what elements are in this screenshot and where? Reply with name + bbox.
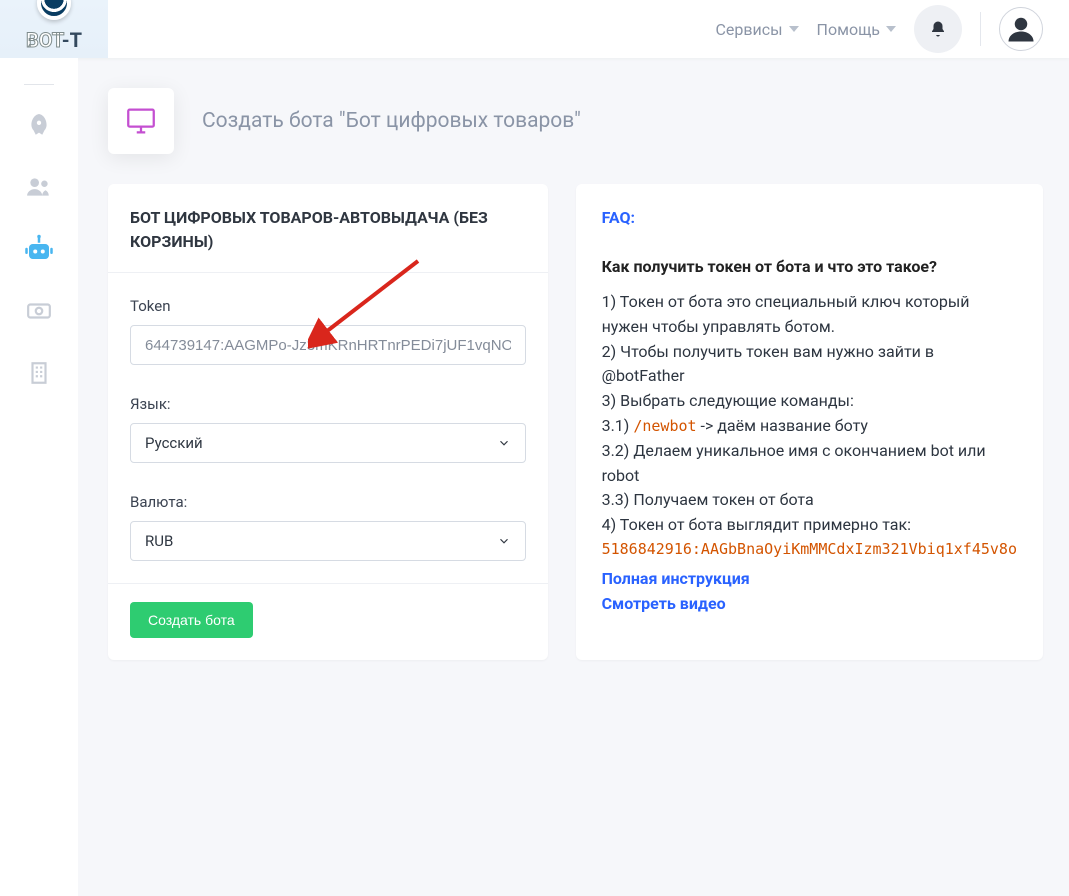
page-title: Создать бота "Бот цифровых товаров" [202,109,581,133]
language-field: Язык: Русский [130,395,526,463]
robot-icon [24,234,54,264]
brand-name: BOT-T [26,28,82,52]
top-right: Сервисы Помощь [715,0,1069,58]
faq-code: /newbot [633,417,696,435]
create-bot-form-card: БОТ ЦИФРОВЫХ ТОВАРОВ-АВТОВЫДАЧА (БЕЗ КОР… [108,184,548,660]
side-rail [0,58,78,896]
divider [980,12,981,46]
chevron-down-icon [497,436,511,450]
form-footer: Создать бота [108,583,548,660]
faq-line: 3.3) Получаем токен от бота [602,488,1017,513]
form-body: Token Язык: Русский Валюта: RUB [108,273,548,583]
faq-line: 3.1) /newbot -> даём название боту [602,414,1017,439]
faq-line: 3) Выбрать следующие команды: [602,389,1017,414]
bell-icon [929,19,947,39]
building-icon [26,360,52,386]
user-avatar[interactable] [999,7,1043,51]
faq-body: 1) Токен от бота это специальный ключ ко… [602,290,1017,617]
rail-item-users[interactable] [19,167,59,207]
users-icon [26,174,52,200]
rail-divider [24,84,54,85]
brand-logo[interactable]: BOT-T [0,0,108,58]
token-input[interactable] [130,325,526,365]
chevron-down-icon [497,534,511,548]
language-label: Язык: [130,395,526,413]
faq-line: 3.2) Делаем уникальное имя с окончанием … [602,439,1017,489]
faq-title: FAQ: [602,208,1017,227]
nav-services-label: Сервисы [715,20,782,39]
token-label: Token [130,297,526,315]
create-bot-button[interactable]: Создать бота [130,602,253,638]
currency-field: Валюта: RUB [130,493,526,561]
monitor-icon [124,104,158,138]
main-area: Создать бота "Бот цифровых товаров" БОТ … [78,58,1069,896]
notifications-button[interactable] [914,5,962,53]
language-select-value: Русский [145,434,203,452]
language-select[interactable]: Русский [130,423,526,463]
page-header-icon-box [108,88,174,154]
currency-select-value: RUB [145,532,173,550]
page-header: Создать бота "Бот цифровых товаров" [78,58,1069,184]
faq-full-instruction-link[interactable]: Полная инструкция [602,567,1017,592]
brand-name-text: BOT [26,28,62,52]
brand-suffix: -T [62,28,82,52]
token-field: Token [130,297,526,365]
nav-help-label: Помощь [817,20,880,39]
faq-line: 4) Токен от бота выглядит примерно так: [602,513,1017,538]
content-row: БОТ ЦИФРОВЫХ ТОВАРОВ-АВТОВЫДАЧА (БЕЗ КОР… [78,184,1069,700]
faq-question: Как получить токен от бота и что это так… [602,257,1017,276]
rail-item-bots[interactable] [19,229,59,269]
faq-links: Полная инструкция Смотреть видео [602,567,1017,617]
faq-token-example: 5186842916:AAGbBnaOyiKmMMCdxIzm321Vbiq1x… [602,538,1017,561]
faq-card: FAQ: Как получить токен от бота и что эт… [576,184,1043,660]
currency-label: Валюта: [130,493,526,511]
cash-icon [26,298,52,324]
chevron-down-icon [886,26,896,32]
faq-watch-video-link[interactable]: Смотреть видео [602,592,1017,617]
logo-ball-icon [37,0,71,20]
nav-services[interactable]: Сервисы [715,20,798,39]
rail-item-payments[interactable] [19,291,59,331]
faq-text: -> даём название боту [697,416,868,435]
chevron-down-icon [789,26,799,32]
rail-item-rocket[interactable] [19,105,59,145]
faq-line: 2) Чтобы получить токен вам нужно зайти … [602,340,1017,390]
faq-line: 1) Токен от бота это специальный ключ ко… [602,290,1017,340]
currency-select[interactable]: RUB [130,521,526,561]
faq-text: 3.1) [602,416,634,435]
nav-help[interactable]: Помощь [817,20,896,39]
rail-item-company[interactable] [19,353,59,393]
rocket-icon [26,112,52,138]
top-bar: BOT-T Сервисы Помощь [0,0,1069,58]
form-card-heading: БОТ ЦИФРОВЫХ ТОВАРОВ-АВТОВЫДАЧА (БЕЗ КОР… [108,184,548,273]
person-icon [1006,14,1036,44]
